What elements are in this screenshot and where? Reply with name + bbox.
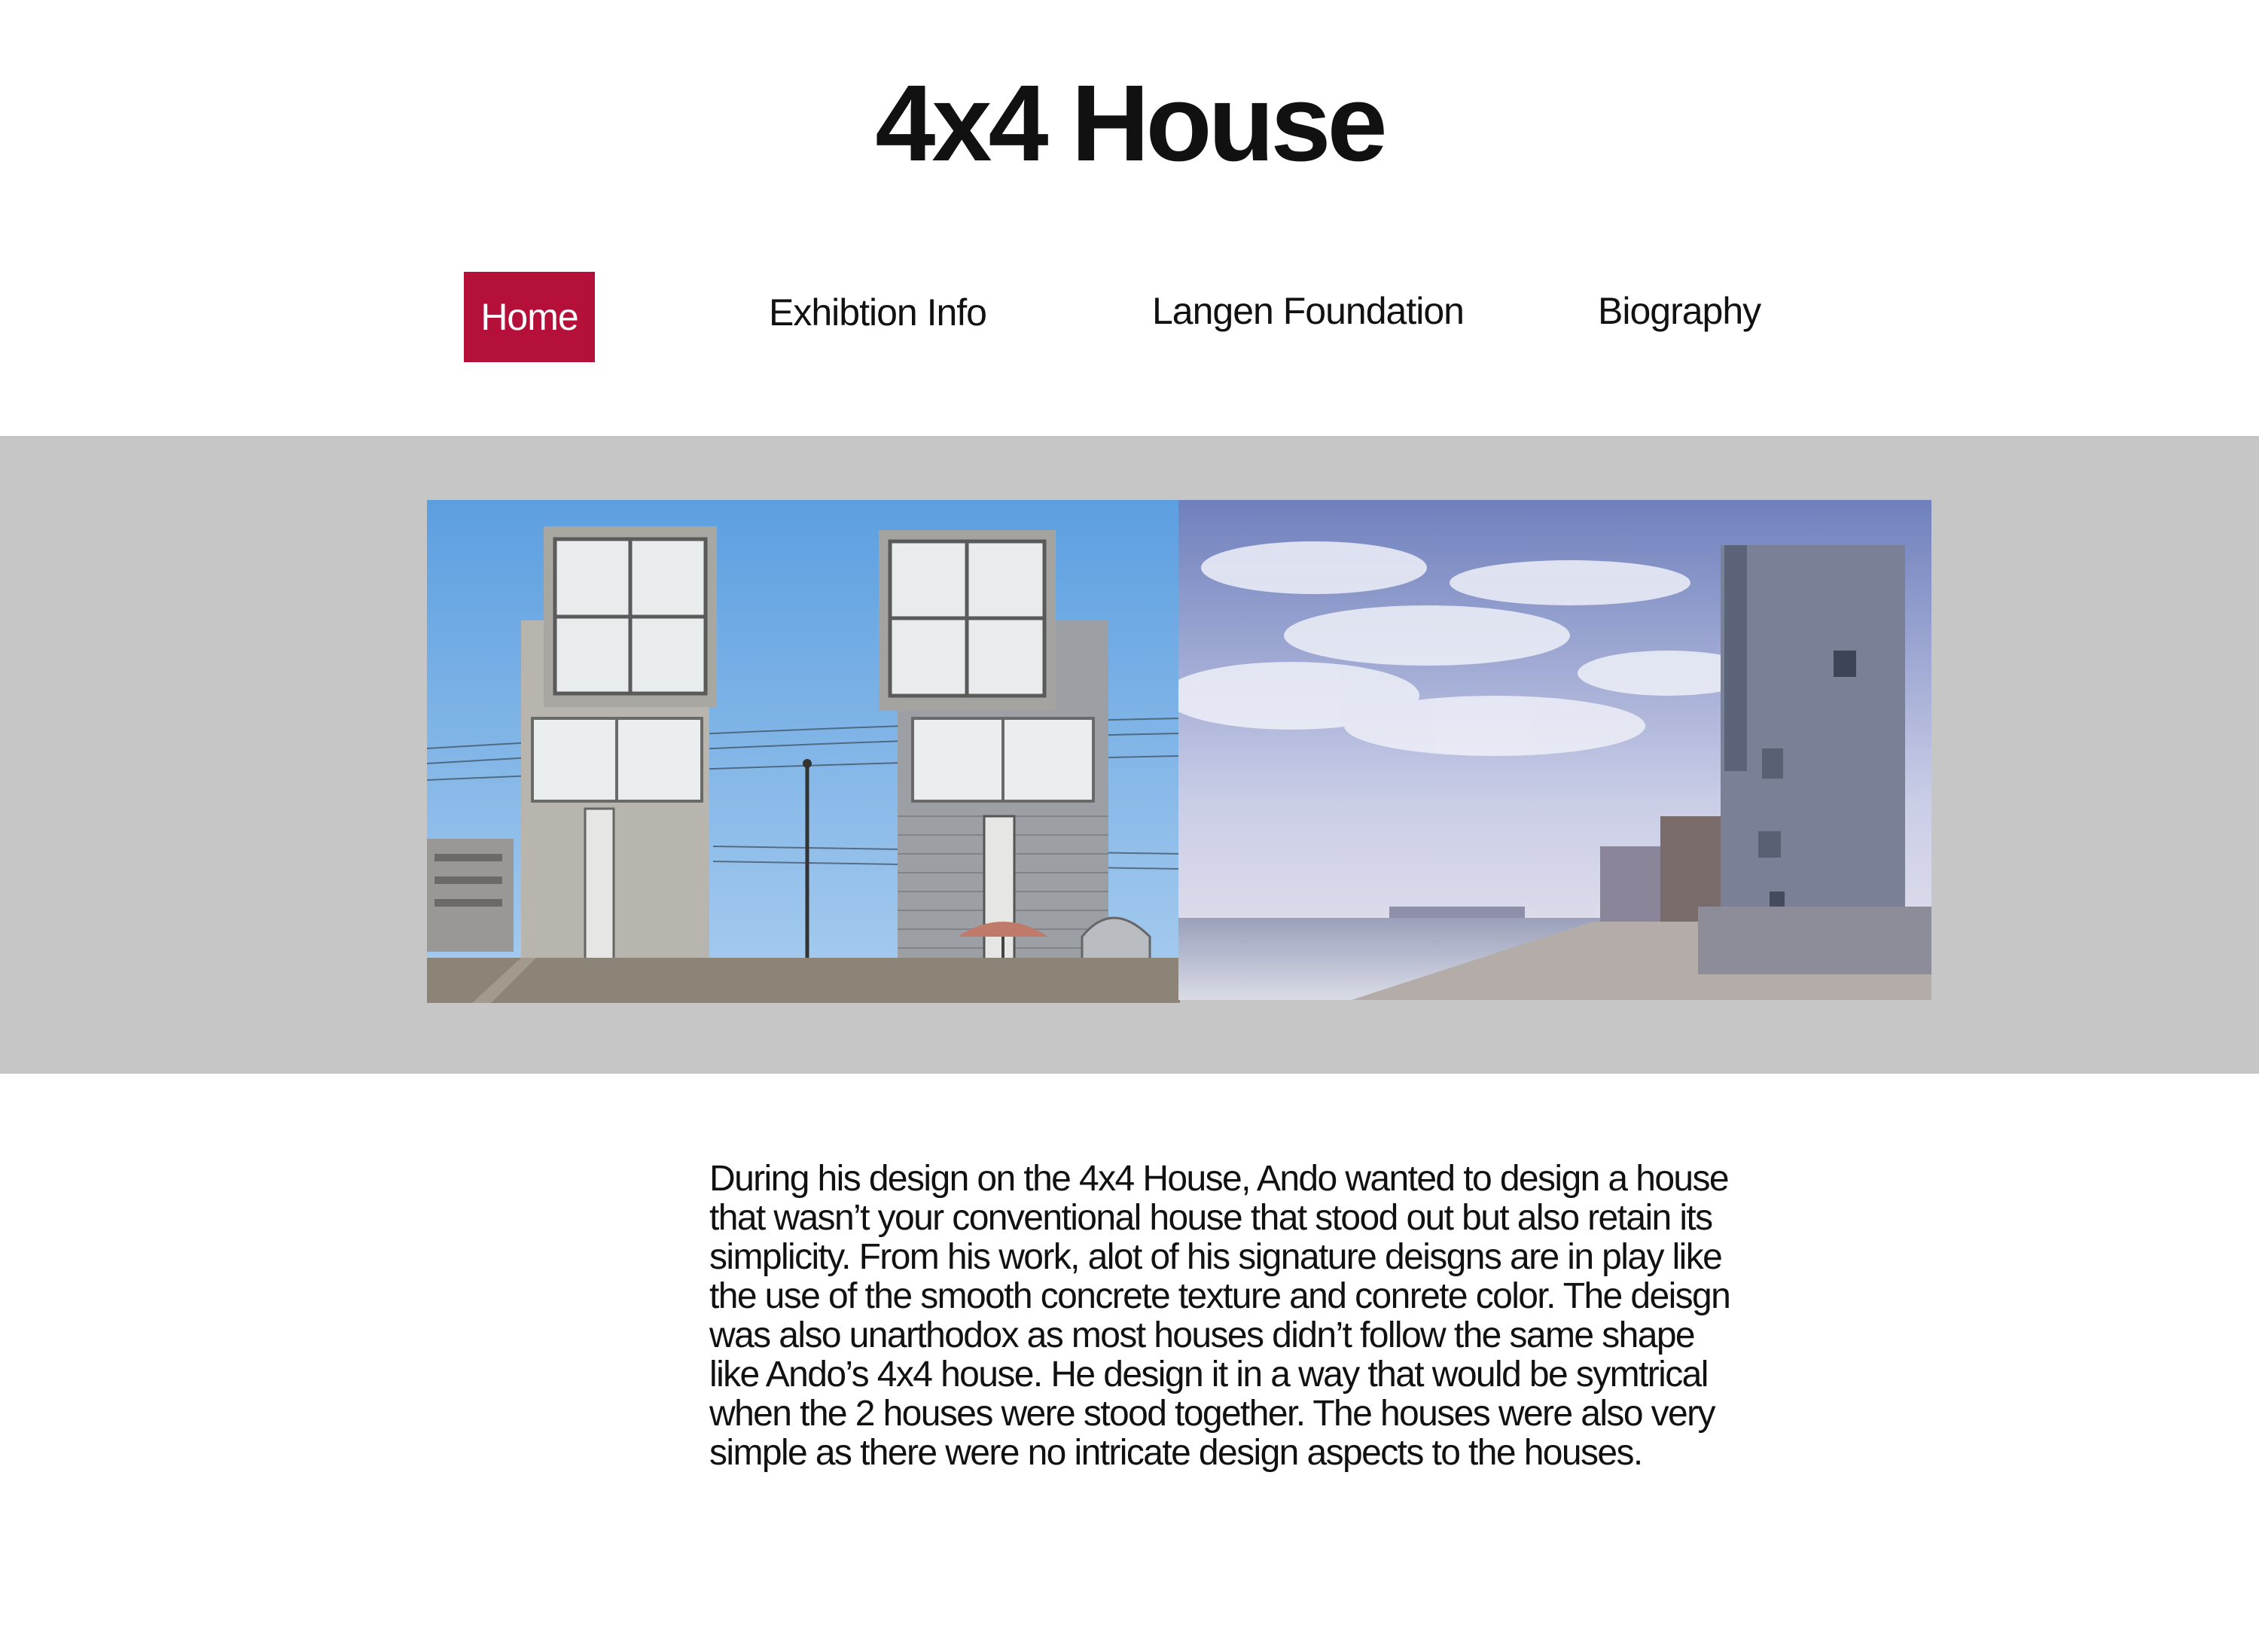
house-description: During his design on the 4x4 House, Ando…: [709, 1159, 1731, 1473]
photo-twin-towers: [427, 500, 1180, 1003]
nav-home-link[interactable]: Home: [464, 272, 595, 362]
page-title: 4x4 House: [875, 62, 1387, 184]
photo-seaside-tower: [1178, 500, 1931, 1000]
photo-gallery: [0, 436, 2259, 1074]
nav-biography-link[interactable]: Biography: [1598, 292, 1761, 330]
nav-exhibition-info-link[interactable]: Exhibtion Info: [769, 294, 987, 331]
nav-langen-foundation-link[interactable]: Langen Foundation: [1152, 292, 1465, 330]
